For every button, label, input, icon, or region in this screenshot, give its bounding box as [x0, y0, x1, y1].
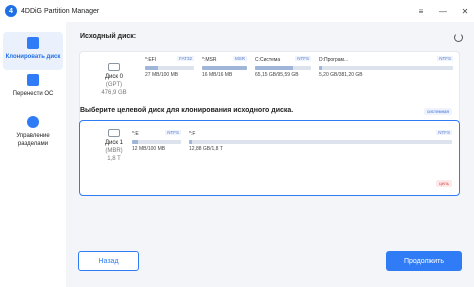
partition-size: 16 MB/16 MB — [202, 72, 233, 78]
partition-fs-badge: NTFS — [436, 130, 452, 135]
disk-icon — [108, 63, 120, 71]
partition-usage-bar — [189, 140, 452, 144]
sidebar-item-label: Клонировать диск — [5, 54, 61, 60]
main-panel: Исходный диск: Диск 0 (GPT) 476,9 GB *:E… — [66, 22, 474, 287]
partition-usage-fill — [319, 66, 322, 70]
target-disk-badge: цель — [436, 180, 452, 187]
partition-msr: *:MSR MSR 16 MB/16 MB — [202, 56, 247, 81]
partition-name: *:E — [132, 131, 139, 137]
partition-manage-icon — [27, 116, 39, 128]
sidebar-item-migrate-os[interactable]: Перенести ОС — [3, 69, 63, 105]
close-icon[interactable]: ✕ — [460, 7, 470, 16]
partition-name: *:MSR — [202, 57, 217, 63]
partition-size: 65,15 GB/95,59 GB — [255, 72, 299, 78]
sidebar-item-clone-disk[interactable]: Клонировать диск — [3, 32, 63, 70]
clone-disk-icon — [27, 37, 39, 49]
partition-size: 5,20 GB/381,20 GB — [319, 72, 363, 78]
disk-type: (GPT) — [105, 82, 123, 88]
app-title: 4DDiG Partition Manager — [21, 7, 100, 15]
disk-name: Диск 1 — [104, 140, 124, 146]
partition-name: C:Система — [255, 57, 281, 63]
source-heading: Исходный диск: — [80, 33, 137, 40]
sidebar-item-label: Перенести ОС — [12, 91, 54, 97]
partition-usage-fill — [189, 140, 192, 144]
disk-type: (MBR) — [105, 148, 123, 154]
system-disk-badge: системная — [423, 108, 452, 115]
partition-fs-badge: NTFS — [165, 130, 181, 135]
sidebar: Клонировать диск Перенести ОС Управление… — [0, 22, 66, 287]
title-bar: 4 4DDiG Partition Manager ≡ — ✕ — [0, 0, 474, 22]
target-disk-info: Диск 1 (MBR) 1,8 T — [90, 129, 138, 163]
disk-name: Диск 0 — [104, 74, 124, 80]
target-disk-card[interactable]: Диск 1 (MBR) 1,8 T *:E NTFS 12 MB/100 MB… — [79, 120, 460, 196]
target-heading: Выберите целевой диск для клонирования и… — [80, 107, 294, 114]
partition-e: *:E NTFS 12 MB/100 MB — [132, 130, 181, 155]
minimize-icon[interactable]: — — [438, 7, 448, 16]
partition-size: 27 MB/100 MB — [145, 72, 179, 78]
partition-usage-fill — [202, 66, 247, 70]
partition-system: C:Система NTFS 65,15 GB/95,59 GB — [255, 56, 311, 81]
partition-name: D:Програм... — [319, 57, 349, 63]
disk-icon — [108, 129, 120, 137]
sidebar-item-label: Управление разделами — [16, 133, 50, 147]
partition-usage-bar — [145, 66, 194, 70]
migrate-os-icon — [27, 74, 39, 86]
partition-fs-badge: MSR — [233, 56, 247, 61]
continue-button[interactable]: Продолжить — [386, 251, 462, 271]
partition-usage-bar — [132, 140, 181, 144]
partition-name: *:EFI — [145, 57, 157, 63]
app-logo-icon: 4 — [5, 5, 17, 17]
source-disk-info: Диск 0 (GPT) 476,9 GB — [90, 63, 138, 97]
partition-usage-fill — [255, 66, 294, 70]
partition-usage-fill — [132, 140, 138, 144]
partition-usage-bar — [319, 66, 453, 70]
partition-usage-bar — [202, 66, 247, 70]
disk-size: 476,9 GB — [101, 90, 127, 96]
partition-fs-badge: NTFS — [437, 56, 453, 61]
partition-f: *:F NTFS 12,88 GB/1,8 T — [189, 130, 452, 155]
partition-fs-badge: NTFS — [295, 56, 311, 61]
window-controls: ≡ — ✕ — [416, 0, 470, 22]
partition-usage-fill — [145, 66, 159, 70]
partition-size: 12 MB/100 MB — [132, 146, 166, 152]
partition-fs-badge: FAT32 — [177, 56, 194, 61]
back-button[interactable]: Назад — [78, 251, 139, 271]
partition-size: 12,88 GB/1,8 T — [189, 146, 223, 152]
menu-icon[interactable]: ≡ — [416, 7, 426, 16]
sidebar-item-manage-partitions[interactable]: Управление разделами — [3, 111, 63, 153]
partition-efi: *:EFI FAT32 27 MB/100 MB — [145, 56, 194, 81]
refresh-icon[interactable] — [454, 33, 463, 42]
partition-name: *:F — [189, 131, 196, 137]
partition-usage-bar — [255, 66, 311, 70]
partition-programs: D:Програм... NTFS 5,20 GB/381,20 GB — [319, 56, 453, 81]
disk-size: 1,8 T — [107, 156, 121, 162]
